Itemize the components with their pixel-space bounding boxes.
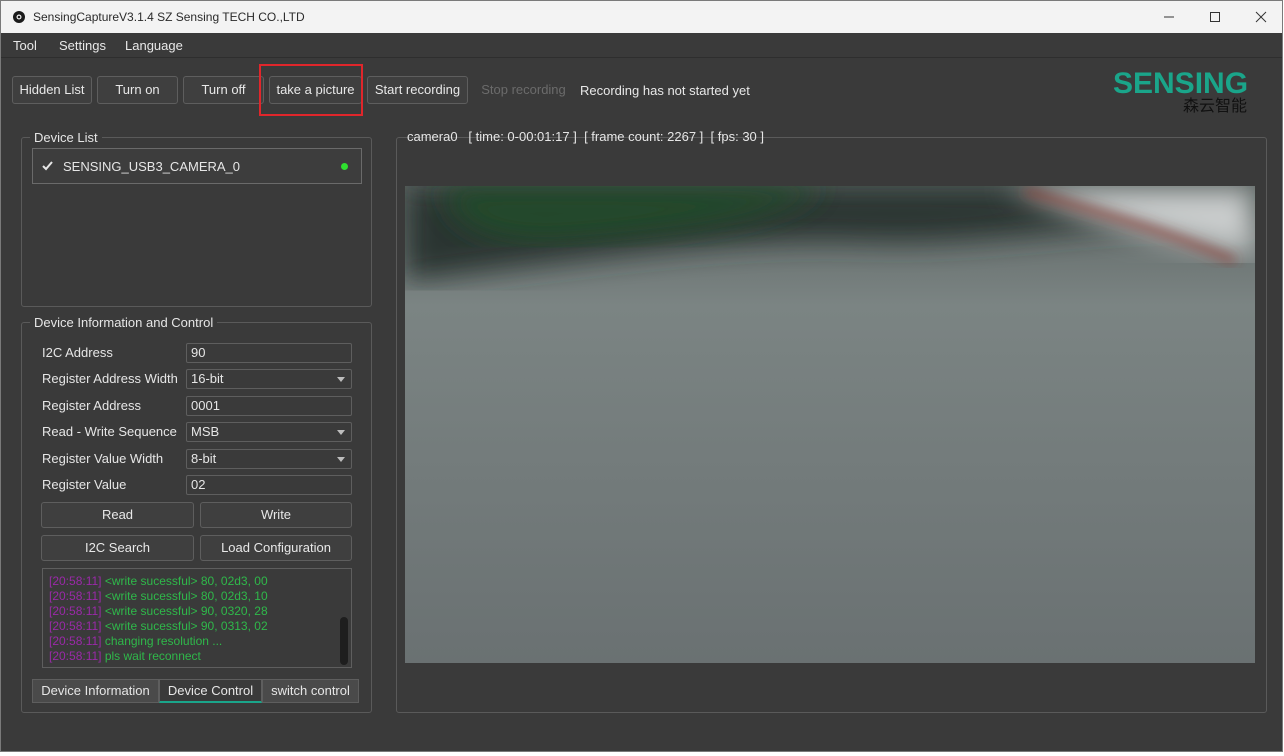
log-message: <write sucessful> 90, 0313, 02 [104, 619, 268, 633]
i2c-address-input[interactable]: 90 [186, 343, 352, 363]
highlight-annotation [259, 64, 363, 116]
window-title: SensingCaptureV3.1.4 SZ Sensing TECH CO.… [33, 10, 305, 24]
menu-language[interactable]: Language [125, 38, 183, 53]
minimize-button[interactable] [1146, 1, 1192, 33]
device-status-indicator [341, 163, 348, 170]
register-address-input[interactable]: 0001 [186, 396, 352, 416]
log-line: [20:58:11] <write sucessful> 90, 0320, 2… [49, 604, 268, 619]
camera-time: [ time: 0-00:01:17 ] [468, 129, 577, 144]
register-value-width-label: Register Value Width [42, 451, 164, 466]
camera-video-feed [405, 186, 1255, 663]
log-timestamp: [20:58:11] [49, 589, 102, 603]
log-output[interactable]: [20:58:11] <write sucessful> 80, 02d3, 0… [42, 568, 352, 668]
register-address-width-value: 16-bit [191, 371, 224, 386]
camera-info-header: camera0 [ time: 0-00:01:17 ] [ frame cou… [407, 129, 764, 144]
log-message: changing resolution ... [104, 634, 223, 648]
log-timestamp: [20:58:11] [49, 604, 102, 618]
device-list-group: Device List SENSING_USB3_CAMERA_0 [21, 130, 372, 307]
hidden-list-button[interactable]: Hidden List [12, 76, 92, 104]
log-message: <write sucessful> 80, 02d3, 10 [104, 589, 268, 603]
load-configuration-button[interactable]: Load Configuration [200, 535, 352, 561]
log-line: [20:58:11] <write sucessful> 80, 02d3, 0… [49, 574, 268, 589]
camera-frame-count: [ frame count: 2267 ] [584, 129, 704, 144]
close-button[interactable] [1238, 1, 1284, 33]
device-control-group: Device Information and Control I2C Addre… [21, 315, 372, 713]
register-address-width-select[interactable]: 16-bit [186, 369, 352, 389]
read-write-sequence-label: Read - Write Sequence [42, 424, 177, 439]
turn-on-button[interactable]: Turn on [97, 76, 178, 104]
device-name: SENSING_USB3_CAMERA_0 [63, 159, 241, 174]
read-write-sequence-select[interactable]: MSB [186, 422, 352, 442]
log-message: <write sucessful> 90, 0320, 28 [104, 604, 268, 618]
i2c-search-button[interactable]: I2C Search [41, 535, 194, 561]
register-value-input[interactable]: 02 [186, 475, 352, 495]
device-list-item[interactable]: SENSING_USB3_CAMERA_0 [32, 148, 362, 184]
tab-switch-control[interactable]: switch control [262, 679, 359, 703]
maximize-button[interactable] [1192, 1, 1238, 33]
start-recording-button[interactable]: Start recording [367, 76, 468, 104]
camera-name: camera0 [407, 129, 458, 144]
log-line: [20:58:11] <write sucessful> 90, 0313, 0… [49, 619, 268, 634]
write-button[interactable]: Write [200, 502, 352, 528]
log-scrollbar[interactable] [340, 617, 348, 665]
stop-recording-button[interactable]: Stop recording [473, 76, 574, 104]
tab-device-information[interactable]: Device Information [32, 679, 159, 703]
camera-frame-image [405, 186, 1255, 663]
maximize-icon [1210, 12, 1220, 22]
sensing-logo: SENSING 森云智能 [1113, 67, 1248, 115]
minimize-icon [1164, 16, 1174, 18]
i2c-address-label: I2C Address [42, 345, 113, 360]
log-timestamp: [20:58:11] [49, 634, 102, 648]
read-button[interactable]: Read [41, 502, 194, 528]
device-control-title: Device Information and Control [30, 315, 218, 330]
menu-settings[interactable]: Settings [59, 38, 106, 53]
log-line: [20:58:11] <write sucessful> 80, 02d3, 1… [49, 589, 268, 604]
camera-fps: [ fps: 30 ] [710, 129, 765, 144]
logo-brand-cn-text: 森云智能 [1183, 96, 1247, 115]
log-timestamp: [20:58:11] [49, 574, 102, 588]
menu-tool[interactable]: Tool [13, 38, 37, 53]
log-timestamp: [20:58:11] [49, 619, 102, 633]
checkmark-icon[interactable] [41, 159, 54, 172]
chevron-down-icon [337, 457, 345, 462]
turn-off-button[interactable]: Turn off [183, 76, 264, 104]
log-line: [20:58:11] changing resolution ... [49, 634, 222, 649]
app-window: SensingCaptureV3.1.4 SZ Sensing TECH CO.… [0, 0, 1283, 752]
read-write-sequence-value: MSB [191, 424, 220, 439]
register-value-label: Register Value [42, 477, 127, 492]
register-address-label: Register Address [42, 398, 141, 413]
menu-bar: Tool Settings Language [1, 33, 1282, 58]
register-address-width-label: Register Address Width [42, 371, 178, 386]
log-line: [20:58:11] pls wait reconnect [49, 649, 201, 664]
title-bar: SensingCaptureV3.1.4 SZ Sensing TECH CO.… [1, 1, 1282, 33]
chevron-down-icon [337, 377, 345, 382]
device-list-title: Device List [30, 130, 102, 145]
log-message: <write sucessful> 80, 02d3, 00 [104, 574, 268, 588]
tab-device-control[interactable]: Device Control [159, 679, 262, 703]
close-icon [1255, 11, 1267, 23]
register-value-width-select[interactable]: 8-bit [186, 449, 352, 469]
log-timestamp: [20:58:11] [49, 649, 102, 663]
chevron-down-icon [337, 430, 345, 435]
recording-status: Recording has not started yet [580, 83, 750, 98]
camera-icon [13, 11, 25, 23]
log-message: pls wait reconnect [104, 649, 201, 663]
register-value-width-value: 8-bit [191, 451, 217, 466]
